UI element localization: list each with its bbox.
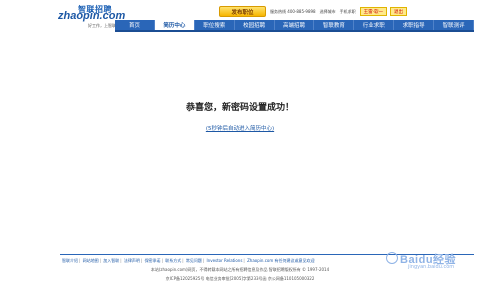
success-message: 恭喜您，新密码设置成功！ xyxy=(185,103,294,113)
nav-campus[interactable]: 校园招聘 xyxy=(235,20,275,30)
site-header: 智联招聘 zhaopin.com 好工作，上智联招聘 发布职位 服务热线 400… xyxy=(0,0,480,32)
footer-link-join[interactable]: 加入智联 xyxy=(103,258,119,263)
logged-in-user[interactable]: 王雷·软一 xyxy=(359,7,388,16)
nav-executive[interactable]: 高端招聘 xyxy=(275,20,315,30)
footer-link-privacy[interactable]: 保密承诺 xyxy=(145,258,161,263)
footer-link-investor[interactable]: Investor Relations xyxy=(206,258,242,263)
nav-education[interactable]: 智联教育 xyxy=(314,20,355,30)
baidu-paw-icon xyxy=(386,252,398,264)
select-city-link[interactable]: 选择城市 xyxy=(320,9,336,15)
nav-home[interactable]: 首页 xyxy=(115,20,155,30)
post-job-button[interactable]: 发布职位 xyxy=(219,6,266,17)
footer-link-about[interactable]: 智联介绍 xyxy=(62,258,78,263)
nav-guidance[interactable]: 求职指导 xyxy=(394,20,435,30)
main-nav: 首页 简历中心 职位搜索 校园招聘 高端招聘 智联教育 行业求职 求职指导 智联… xyxy=(115,20,475,32)
baidu-jingyan-watermark: Baidu经验 jingyan.baidu.com xyxy=(386,250,480,280)
service-hotline: 服务热线 400-885-9898 xyxy=(270,8,316,14)
top-utility-bar: 发布职位 服务热线 400-885-9898 选择城市 手机求职 王雷·软一 退… xyxy=(219,6,408,17)
footer-feedback: Zhaopin.com 有任何建议或意见欢迎 xyxy=(247,258,315,263)
nav-assessment[interactable]: 智联测评 xyxy=(434,20,475,30)
nav-job-search[interactable]: 职位搜索 xyxy=(195,20,235,30)
footer-link-legal[interactable]: 法律声明 xyxy=(124,258,140,263)
nav-resume-center[interactable]: 简历中心 xyxy=(154,20,195,30)
footer-link-sitemap[interactable]: 网站地图 xyxy=(83,258,99,263)
mobile-job-search-link[interactable]: 手机求职 xyxy=(340,9,356,15)
logout-button[interactable]: 退出 xyxy=(390,7,408,16)
resume-center-redirect-link[interactable]: (5秒钟后自动进入简历中心) xyxy=(0,124,480,132)
watermark-subtext: jingyan.baidu.com xyxy=(408,264,455,270)
footer-link-contact[interactable]: 联系方式 xyxy=(165,258,181,263)
nav-industry[interactable]: 行业求职 xyxy=(354,20,395,30)
footer-link-faq[interactable]: 常见问题 xyxy=(186,258,202,263)
